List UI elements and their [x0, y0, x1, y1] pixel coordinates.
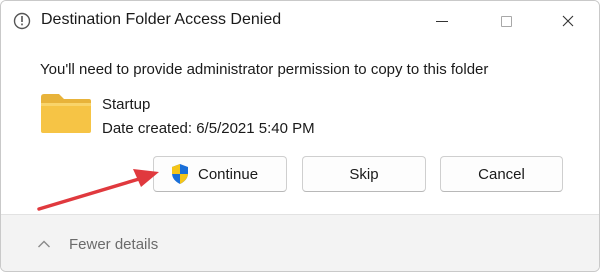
- minimize-icon: [436, 20, 448, 22]
- fewer-details-label: Fewer details: [69, 235, 159, 253]
- window-title: Destination Folder Access Denied: [41, 11, 282, 28]
- title-bar[interactable]: Destination Folder Access Denied: [1, 1, 599, 43]
- close-icon: [562, 15, 574, 27]
- skip-button[interactable]: Skip: [302, 156, 426, 192]
- cancel-label: Cancel: [478, 165, 525, 183]
- minimize-button[interactable]: [419, 5, 465, 37]
- permission-message: You'll need to provide administrator per…: [40, 61, 489, 78]
- uac-shield-icon: [172, 164, 188, 184]
- skip-label: Skip: [349, 165, 379, 183]
- maximize-icon: [500, 15, 512, 27]
- dialog-footer: Fewer details: [1, 214, 599, 271]
- item-date-created: Date created: 6/5/2021 5:40 PM: [102, 120, 315, 137]
- continue-button[interactable]: Continue: [153, 156, 287, 192]
- close-button[interactable]: [545, 5, 591, 37]
- continue-label: Continue: [198, 165, 259, 183]
- copy-dialog-icon: [13, 12, 31, 30]
- maximize-button[interactable]: [483, 5, 529, 37]
- fewer-details-toggle[interactable]: Fewer details: [37, 232, 158, 256]
- dialog-window: Destination Folder Access Denied You'll …: [0, 0, 600, 272]
- item-name: Startup: [102, 96, 151, 113]
- cancel-button[interactable]: Cancel: [440, 156, 563, 192]
- folder-icon: [41, 94, 91, 133]
- chevron-up-icon: [38, 240, 50, 248]
